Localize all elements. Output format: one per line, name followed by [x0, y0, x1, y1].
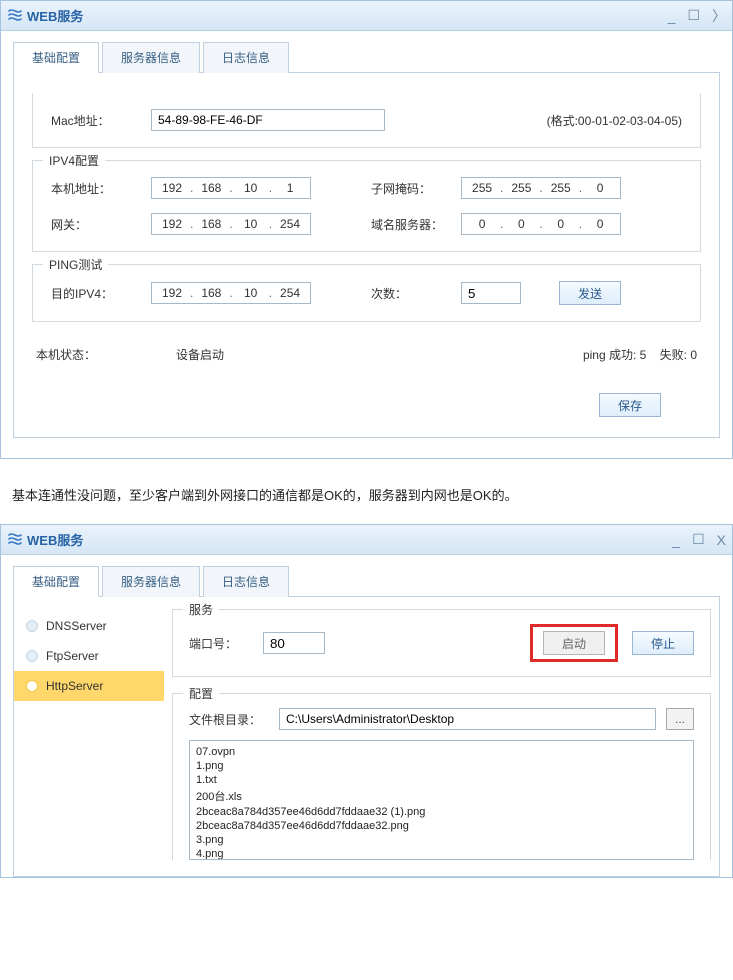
list-item[interactable]: 2bceac8a784d357ee46d6dd7fddaae32 (1).png [196, 805, 687, 819]
gateway-input[interactable]: 192. 168. 10. 254 [151, 213, 311, 235]
sidebar-item-dnsserver[interactable]: DNSServer [14, 611, 164, 641]
port-input[interactable] [263, 632, 325, 654]
list-item[interactable]: 3.png [196, 833, 687, 847]
config-group-title: 配置 [183, 685, 219, 702]
tab-server-info[interactable]: 服务器信息 [102, 566, 200, 597]
mac-label: Mac地址： [51, 112, 141, 129]
subnet-mask-label: 子网掩码： [371, 180, 451, 197]
tab-basic-config[interactable]: 基础配置 [13, 566, 99, 597]
window-web-service-2: WEB服务 _ ☐ X 基础配置 服务器信息 日志信息 DNSServer [0, 524, 733, 878]
stop-button[interactable]: 停止 [632, 631, 694, 655]
window-controls: _ ☐ X [672, 531, 726, 548]
list-item[interactable]: 1.txt [196, 773, 687, 787]
server-status-dot [26, 650, 38, 662]
list-item[interactable]: 2bceac8a784d357ee46d6dd7fddaae32.png [196, 819, 687, 833]
tab-log-info[interactable]: 日志信息 [203, 566, 289, 597]
sidebar-item-httpserver[interactable]: HttpServer [14, 671, 164, 701]
maximize-icon[interactable]: ☐ [692, 531, 705, 548]
list-item[interactable]: 200台.xls [196, 787, 687, 805]
local-ip-label: 本机地址： [51, 180, 141, 197]
file-root-input[interactable] [279, 708, 656, 730]
start-button-highlight: 启动 [530, 624, 618, 662]
list-item[interactable]: 4.png [196, 847, 687, 860]
tab-bar: 基础配置 服务器信息 日志信息 [13, 41, 720, 73]
local-status-value: 设备启动 [176, 346, 583, 363]
save-button[interactable]: 保存 [599, 393, 661, 417]
ipv4-group: IPV4配置 本机地址： 192. 168. 10. 1 子网掩码： 255. … [32, 160, 701, 252]
maximize-icon[interactable]: ☐ [687, 7, 700, 24]
ipv4-group-title: IPV4配置 [43, 152, 105, 169]
app-logo-icon [7, 532, 23, 548]
server-status-dot [26, 620, 38, 632]
tab-server-info[interactable]: 服务器信息 [102, 42, 200, 73]
local-status-label: 本机状态： [36, 346, 176, 363]
sidebar-item-label: FtpServer [46, 649, 99, 663]
list-item[interactable]: 1.png [196, 759, 687, 773]
sidebar-item-ftpserver[interactable]: FtpServer [14, 641, 164, 671]
service-group: 服务 端口号： 启动 停止 [172, 609, 711, 677]
mac-group: Mac地址： (格式:00-01-02-03-04-05) [32, 93, 701, 148]
tab-basic-config[interactable]: 基础配置 [13, 42, 99, 73]
config-panel: Mac地址： (格式:00-01-02-03-04-05) IPV4配置 本机地… [13, 73, 720, 438]
local-ip-input[interactable]: 192. 168. 10. 1 [151, 177, 311, 199]
titlebar: WEB服务 _ ☐ X [1, 525, 732, 555]
ping-result-text: ping 成功: 5 失败: 0 [583, 346, 697, 363]
sidebar-item-label: DNSServer [46, 619, 107, 633]
sidebar-item-label: HttpServer [46, 679, 103, 693]
ping-count-label: 次数： [371, 285, 451, 302]
ping-count-input[interactable] [461, 282, 521, 304]
gateway-label: 网关： [51, 216, 141, 233]
mac-input[interactable] [151, 109, 385, 131]
file-root-label: 文件根目录： [189, 711, 269, 728]
app-logo-icon [7, 8, 23, 24]
list-item[interactable]: 07.ovpn [196, 745, 687, 759]
status-row: 本机状态： 设备启动 ping 成功: 5 失败: 0 [32, 340, 701, 369]
titlebar: WEB服务 _ ☐ 〉 [1, 1, 732, 31]
ping-send-button[interactable]: 发送 [559, 281, 621, 305]
minimize-icon[interactable]: _ [672, 532, 680, 548]
service-group-title: 服务 [183, 601, 219, 618]
browse-button[interactable]: ... [666, 708, 694, 730]
window-title: WEB服务 [27, 530, 83, 549]
window-web-service-1: WEB服务 _ ☐ 〉 基础配置 服务器信息 日志信息 Mac地址： (格式:0… [0, 0, 733, 459]
server-sidebar: DNSServer FtpServer HttpServer [14, 597, 164, 876]
subnet-mask-input[interactable]: 255. 255. 255. 0 [461, 177, 621, 199]
start-button[interactable]: 启动 [543, 631, 605, 655]
config-panel: DNSServer FtpServer HttpServer 服务 [13, 597, 720, 877]
dns-input[interactable]: 0. 0. 0. 0 [461, 213, 621, 235]
ping-group: PING测试 目的IPV4： 192. 168. 10. 254 次数： 发送 [32, 264, 701, 322]
connectivity-note: 基本连通性没问题，至少客户端到外网接口的通信都是OK的，服务器到内网也是OK的。 [12, 485, 721, 504]
ping-group-title: PING测试 [43, 256, 108, 273]
ping-target-input[interactable]: 192. 168. 10. 254 [151, 282, 311, 304]
close-icon[interactable]: X [717, 532, 726, 548]
port-label: 端口号： [189, 635, 249, 652]
minimize-icon[interactable]: _ [668, 8, 676, 24]
config-group: 配置 文件根目录： ... 07.ovpn 1.png 1.txt 200台.x… [172, 693, 711, 860]
close-icon[interactable]: 〉 [712, 6, 726, 26]
tab-bar: 基础配置 服务器信息 日志信息 [13, 565, 720, 597]
file-list[interactable]: 07.ovpn 1.png 1.txt 200台.xls 2bceac8a784… [189, 740, 694, 860]
window-title: WEB服务 [27, 6, 83, 25]
server-status-dot [26, 680, 38, 692]
tab-log-info[interactable]: 日志信息 [203, 42, 289, 73]
window-controls: _ ☐ 〉 [668, 6, 726, 26]
dns-label: 域名服务器： [371, 216, 451, 233]
ping-target-label: 目的IPV4： [51, 285, 141, 302]
mac-format-hint: (格式:00-01-02-03-04-05) [547, 112, 682, 129]
